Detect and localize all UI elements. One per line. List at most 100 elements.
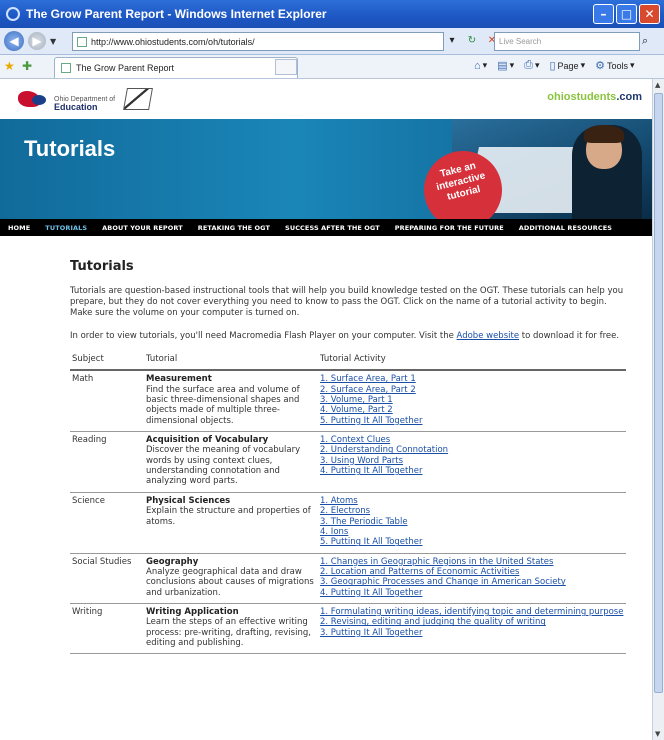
table-row: Social Studies Geography Analyze geograph…: [70, 553, 626, 605]
refresh-icon[interactable]: ↻: [464, 33, 480, 49]
activity-link[interactable]: 4. Putting It All Together: [320, 588, 423, 598]
ohio-logo-icon[interactable]: [18, 87, 52, 111]
tutorial-desc: Explain the structure and properties of …: [146, 506, 311, 527]
page-menu[interactable]: ▯ Page ▾: [549, 59, 585, 72]
nav-additional-resources[interactable]: ADDITIONAL RESOURCES: [519, 224, 612, 232]
command-bar: ⌂ ▾ ▤ ▾ ⎙ ▾ ▯ Page ▾ ⚙ Tools ▾: [474, 59, 635, 72]
activity-link[interactable]: 4. Putting It All Together: [320, 466, 423, 476]
cell-subject: Writing: [70, 603, 144, 655]
activity-link[interactable]: 1. Context Clues: [320, 435, 390, 445]
address-input[interactable]: http://www.ohiostudents.com/oh/tutorials…: [72, 32, 444, 51]
tutorial-desc: Find the surface area and volume of basi…: [146, 384, 300, 426]
cell-subject: Reading: [70, 431, 144, 493]
forward-button[interactable]: ▶: [28, 32, 46, 50]
table-row: Science Physical Sciences Explain the str…: [70, 492, 626, 554]
cell-tutorial: Geography Analyze geographical data and d…: [144, 553, 318, 605]
brand-suffix: .com: [616, 91, 642, 103]
page-menu-icon: ▯: [549, 60, 556, 72]
pencil-paper-icon: [123, 88, 154, 110]
adobe-website-link[interactable]: Adobe website: [457, 331, 520, 341]
history-dropdown-icon[interactable]: ▼: [50, 37, 56, 46]
cell-tutorial: Physical Sciences Explain the structure a…: [144, 492, 318, 554]
cell-activities: 1. Changes in Geographic Regions in the …: [318, 553, 626, 605]
activity-link[interactable]: 4. Ions: [320, 527, 348, 537]
activity-link[interactable]: 2. Revising, editing and judging the qua…: [320, 617, 546, 627]
search-input[interactable]: Live Search: [494, 32, 640, 51]
feeds-icon: ▤: [497, 60, 508, 72]
tutorial-name: Writing Application: [146, 607, 239, 618]
cell-tutorial: Measurement Find the surface area and vol…: [144, 370, 318, 432]
tab-active[interactable]: The Grow Parent Report: [54, 57, 298, 78]
address-dropdown-icon[interactable]: ▾: [444, 33, 460, 49]
tools-menu[interactable]: ⚙ Tools ▾: [595, 59, 634, 72]
scroll-up-icon[interactable]: ▲: [655, 81, 660, 89]
page-title: Tutorials: [70, 259, 134, 274]
activity-link[interactable]: 3. Volume, Part 1: [320, 395, 393, 405]
header-tutorial: Tutorial: [144, 354, 318, 372]
favorites-star-icon[interactable]: ★: [4, 59, 15, 73]
activity-link[interactable]: 2. Surface Area, Part 2: [320, 385, 416, 395]
cell-subject: Math: [70, 370, 144, 432]
nav-tutorials[interactable]: TUTORIALS: [45, 224, 87, 232]
activity-link[interactable]: 3. Putting It All Together: [320, 628, 423, 638]
tools-gear-icon: ⚙: [595, 60, 605, 72]
nav-preparing-for-the-future[interactable]: PREPARING FOR THE FUTURE: [395, 224, 504, 232]
brand-name: ohiostudents: [547, 91, 617, 103]
home-button[interactable]: ⌂ ▾: [474, 60, 487, 72]
activity-link[interactable]: 3. The Periodic Table: [320, 517, 408, 527]
table-row: Math Measurement Find the surface area an…: [70, 370, 626, 432]
activity-link[interactable]: 1. Formulating writing ideas, identifyin…: [320, 607, 623, 617]
window-controls: – □ ✕: [593, 4, 660, 24]
tutorial-name: Measurement: [146, 374, 212, 385]
nav-about-your-report[interactable]: ABOUT YOUR REPORT: [102, 224, 183, 232]
ie-icon: [6, 7, 20, 21]
print-button[interactable]: ⎙ ▾: [524, 59, 539, 72]
activity-link[interactable]: 5. Putting It All Together: [320, 416, 423, 426]
cell-subject: Social Studies: [70, 553, 144, 605]
back-button[interactable]: ◀: [4, 31, 24, 51]
flash-note: In order to view tutorials, you'll need …: [70, 331, 626, 342]
page-icon: [77, 36, 87, 47]
ode-logo[interactable]: Ohio Department of Education: [54, 86, 115, 112]
address-text: http://www.ohiostudents.com/oh/tutorials…: [91, 36, 255, 47]
activity-link[interactable]: 5. Putting It All Together: [320, 537, 423, 547]
maximize-button[interactable]: □: [616, 4, 637, 24]
activity-link[interactable]: 2. Understanding Connotation: [320, 445, 448, 455]
activity-link[interactable]: 4. Volume, Part 2: [320, 405, 393, 415]
ohiostudents-logo[interactable]: ohiostudents.com: [547, 91, 642, 103]
tutorial-desc: Analyze geographical data and draw concl…: [146, 566, 314, 598]
address-toolbar: ◀ ▶ ▼ http://www.ohiostudents.com/oh/tut…: [0, 28, 664, 55]
window-title: The Grow Parent Report - Windows Interne…: [26, 7, 327, 21]
scroll-down-icon[interactable]: ▼: [655, 730, 660, 738]
tutorial-name: Physical Sciences: [146, 495, 231, 506]
activity-link[interactable]: 2. Location and Patterns of Economic Act…: [320, 567, 519, 577]
feeds-button[interactable]: ▤ ▾: [497, 59, 514, 72]
vertical-scrollbar[interactable]: ▲ ▼: [652, 79, 664, 740]
search-icon[interactable]: ⌕: [642, 34, 648, 48]
new-tab-button[interactable]: [275, 59, 297, 75]
nav-retaking-the-ogt[interactable]: RETAKING THE OGT: [198, 224, 270, 232]
activity-link[interactable]: 1. Surface Area, Part 1: [320, 374, 416, 384]
tutorials-table: Subject Tutorial Tutorial Activity Math …: [70, 354, 626, 655]
activity-link[interactable]: 2. Electrons: [320, 506, 370, 516]
cell-activities: 1. Surface Area, Part 1 2. Surface Area,…: [318, 370, 626, 432]
add-favorites-icon[interactable]: ✚: [22, 59, 32, 73]
tab-toolbar: ★ ✚ The Grow Parent Report ⌂ ▾ ▤ ▾ ⎙ ▾ ▯ Pag…: [0, 55, 664, 79]
print-icon: ⎙: [524, 59, 533, 71]
activity-link[interactable]: 3. Using Word Parts: [320, 456, 403, 466]
close-button[interactable]: ✕: [639, 4, 660, 24]
main-content: Tutorials Tutorials are question-based i…: [70, 259, 626, 655]
tutorial-name: Geography: [146, 556, 199, 567]
activity-link[interactable]: 1. Changes in Geographic Regions in the …: [320, 557, 553, 567]
activity-link[interactable]: 3. Geographic Processes and Change in Am…: [320, 577, 566, 587]
nav-success-after-the-ogt[interactable]: SUCCESS AFTER THE OGT: [285, 224, 380, 232]
minimize-button[interactable]: –: [593, 4, 614, 24]
tutorial-name: Acquisition of Vocabulary: [146, 434, 269, 445]
tools-menu-label: Tools: [606, 60, 628, 71]
hero-banner: Tutorials Take an interactive tutorial: [0, 119, 652, 219]
activity-link[interactable]: 1. Atoms: [320, 496, 358, 506]
tutorial-desc: Learn the steps of an effective writing …: [146, 617, 311, 649]
nav-home[interactable]: HOME: [8, 224, 30, 232]
scrollbar-thumb[interactable]: [654, 93, 663, 693]
logo-education-text: Education: [54, 102, 98, 112]
